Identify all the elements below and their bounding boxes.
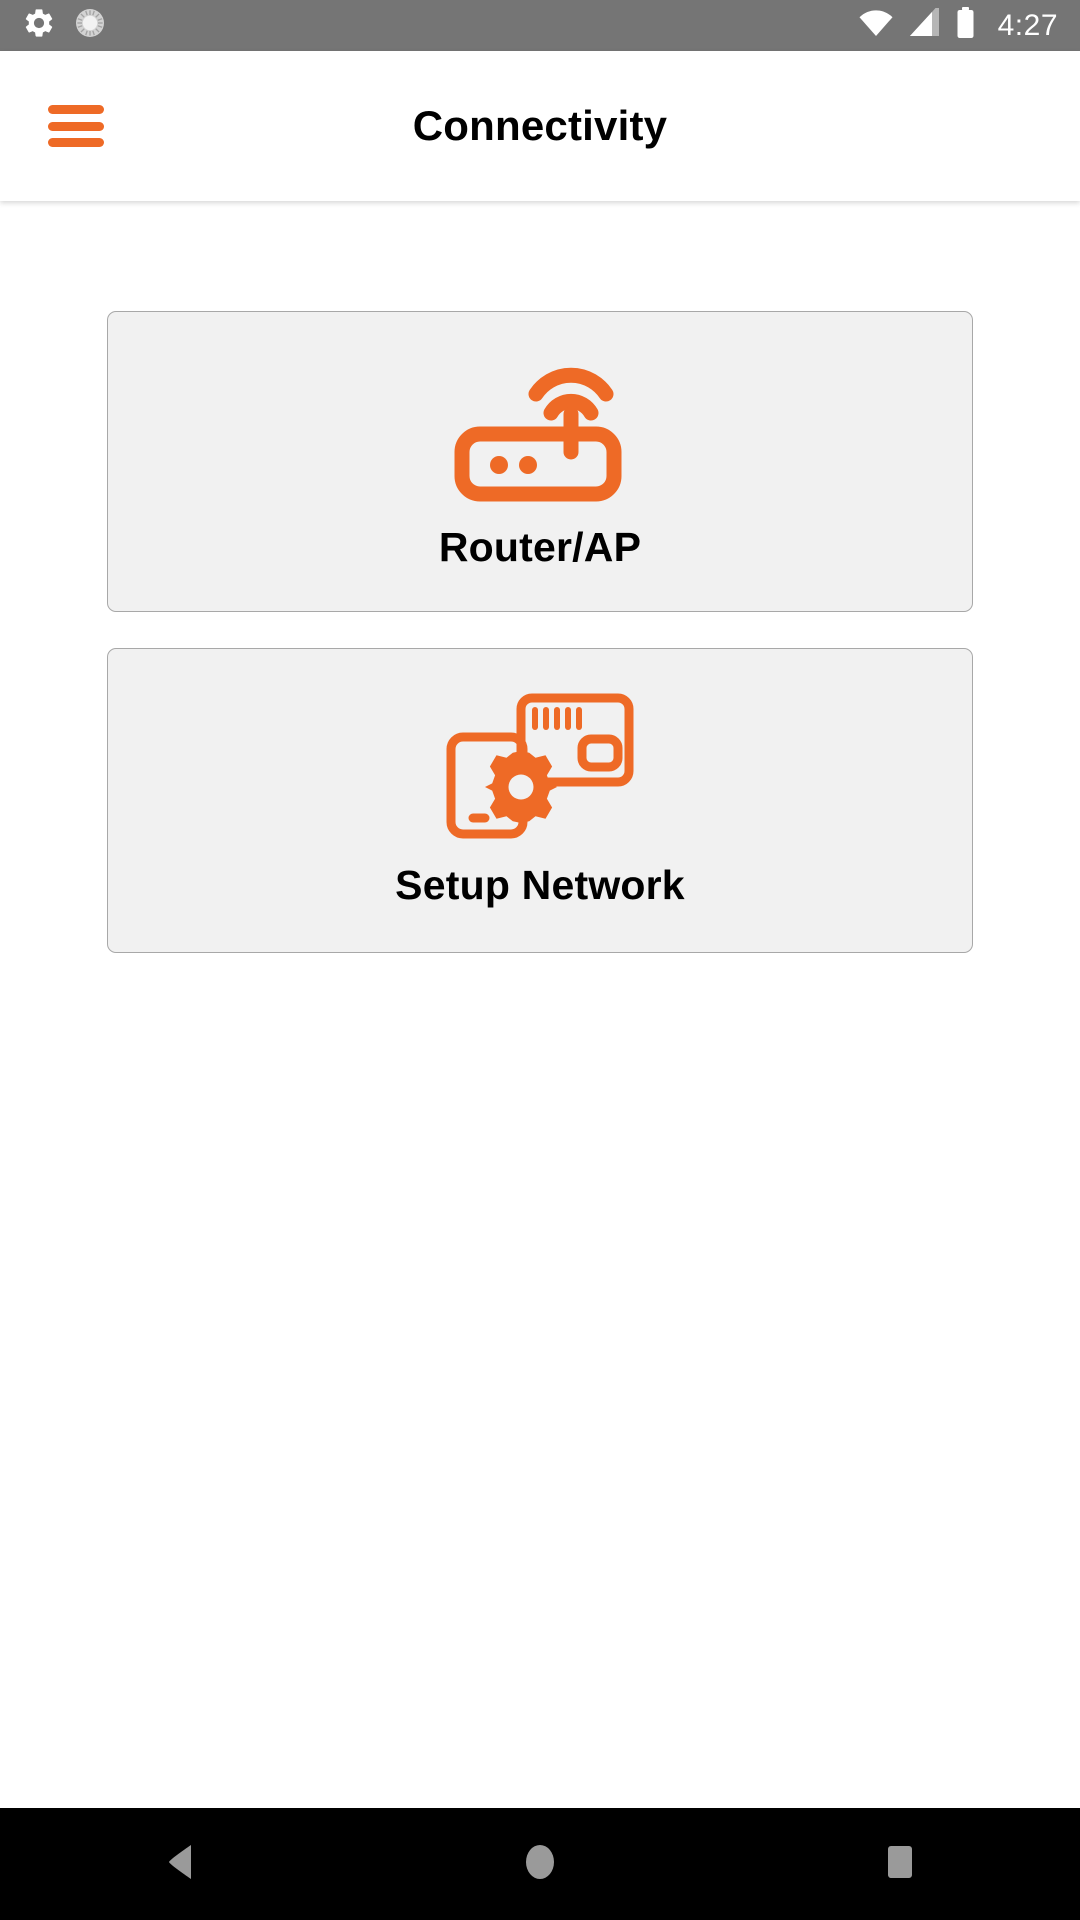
hamburger-bar-2: [48, 121, 104, 131]
card-setup-network[interactable]: Setup Network: [107, 648, 973, 953]
hamburger-bar-1: [48, 105, 104, 114]
cellular-signal-icon: [908, 4, 941, 43]
status-bar-clock: 4:27: [997, 8, 1058, 42]
hamburger-bar-3: [48, 138, 104, 147]
home-circle-icon: [523, 1842, 557, 1887]
status-bar-left-icons: [22, 6, 106, 45]
system-navigation-bar: [0, 1808, 1080, 1920]
router-icon: [454, 352, 626, 502]
back-button[interactable]: [90, 1808, 270, 1920]
main-content: Router/AP Setup Network: [0, 201, 1080, 1808]
page-title: Connectivity: [412, 102, 668, 149]
wifi-icon: [858, 8, 894, 43]
brightness-sun-icon: [74, 7, 106, 44]
home-button[interactable]: [450, 1808, 630, 1920]
app-screen: 4:27 Connectivity Router/AP Setup Networ…: [0, 0, 1080, 1920]
card-router-ap[interactable]: Router/AP: [107, 311, 973, 612]
status-bar: 4:27: [0, 0, 1080, 51]
setup-network-icon: [445, 692, 635, 840]
status-bar-right-icons: 4:27: [858, 4, 1058, 44]
card-setup-network-label: Setup Network: [395, 862, 685, 908]
battery-icon: [955, 7, 976, 44]
settings-gear-icon: [22, 6, 56, 45]
hamburger-menu-icon[interactable]: [48, 105, 104, 147]
recents-button[interactable]: [810, 1808, 990, 1920]
card-router-ap-label: Router/AP: [438, 524, 642, 570]
back-triangle-icon: [163, 1843, 197, 1886]
recents-square-icon: [885, 1844, 915, 1885]
app-bar: Connectivity: [0, 51, 1080, 201]
